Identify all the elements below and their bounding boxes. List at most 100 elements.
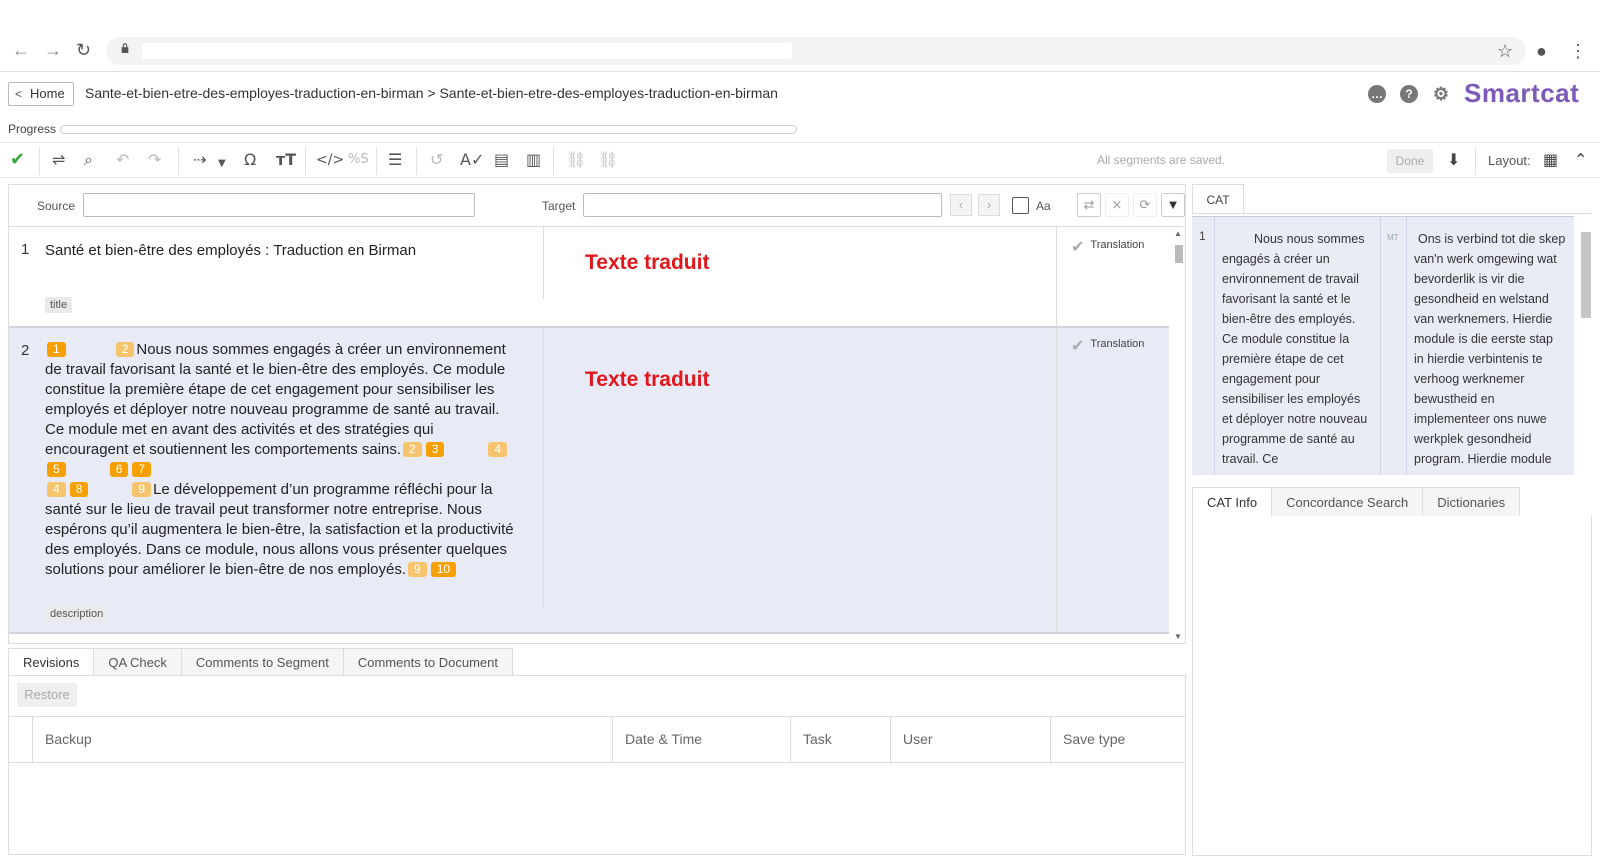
smartcat-logo: Smartcat [1464,78,1580,108]
special-char-icon[interactable]: Ω [244,151,256,169]
tag-placeholder[interactable]: 9 [408,562,427,577]
prev-match-button[interactable]: ‹ [950,194,972,216]
segment-row[interactable]: 1 Santé et bien-être des employés : Trad… [9,227,1169,328]
column-header[interactable]: Date & Time [612,717,790,762]
reload-icon[interactable]: ↻ [76,40,91,60]
editor-toolbar: ✔ ⇌ ⌕ ↶ ↷ ⇢ ▼ Ω ᴛT </> %S ☰ ↺ A✓ ▤ ▥ ⛓ ⛓… [0,142,1600,178]
target-filter-input[interactable] [583,193,942,217]
cat-scrollbar[interactable] [1578,220,1592,475]
tag-placeholder[interactable]: 3 [425,442,445,457]
match-case-checkbox[interactable] [1012,197,1029,214]
segments-scrollbar[interactable]: ▲ ▼ [1172,227,1185,643]
revert-icon[interactable]: ↺ [430,151,443,169]
scroll-down-icon[interactable]: ▼ [1174,632,1182,641]
segment-target[interactable]: Texte traduit [585,251,709,275]
save-status: All segments are saved. [1097,153,1226,167]
status-label: Translation [1090,338,1145,350]
account-icon[interactable]: ● [1536,42,1547,60]
clear-filter-icon[interactable]: ⨯ [1105,193,1129,217]
refresh-icon[interactable]: ⟳ [1133,193,1157,217]
column-divider [1406,217,1407,475]
address-bar[interactable] [106,37,1526,65]
tag-placeholder[interactable]: 9 [132,482,152,497]
restore-button[interactable]: Restore [17,683,77,707]
segment-tag: description [45,606,109,622]
browser-menu-icon[interactable]: ⋮ [1569,42,1587,60]
tab-qa-check[interactable]: QA Check [94,648,182,676]
scroll-up-icon[interactable]: ▲ [1174,229,1182,238]
tab-revisions[interactable]: Revisions [8,648,95,676]
link-icon[interactable]: ⛓ [566,151,586,169]
segment-target[interactable]: Texte traduit [585,368,709,392]
column-header[interactable]: Task [790,717,890,762]
segment-source: 1 2 Nous nous sommes engagés à créer un en… [45,340,515,580]
tag-placeholder[interactable]: 1 [47,342,66,357]
check-icon: ✔ [1071,338,1085,355]
tag-placeholder[interactable]: 2 [115,342,135,357]
tag-placeholder[interactable]: 4 [488,442,508,457]
tag-placeholder[interactable]: 10 [430,562,457,577]
tab-comments-segment[interactable]: Comments to Segment [181,648,344,676]
progress-label: Progress [8,122,57,136]
cat-match-row[interactable]: 1 Nous nous sommes engagés à créer un en… [1192,216,1574,475]
layout-label: Layout: [1488,153,1531,168]
source-filter-input[interactable] [83,193,475,217]
concordance-icon[interactable]: ▤ [494,151,509,169]
undo-icon[interactable]: ↶ [116,151,129,169]
tab-concordance-search[interactable]: Concordance Search [1272,487,1424,517]
wrap-icon[interactable]: ⇌ [52,151,65,169]
spellcheck-icon[interactable]: A✓ [460,151,484,169]
dropdown-arrow-icon[interactable]: ▼ [218,155,226,173]
help-icon[interactable]: ? [1400,85,1418,103]
breadcrumb[interactable]: Sante-et-bien-etre-des-employes-traducti… [85,85,778,101]
match-case-label: Aa [1036,199,1051,213]
unlink-icon[interactable]: ⛓ [598,151,618,169]
tag-placeholder[interactable]: 8 [69,482,89,497]
copy-source-icon[interactable]: ⇢ [193,151,206,169]
tag-placeholder[interactable]: 6 [109,462,129,477]
tag-placeholder[interactable]: 5 [47,462,66,477]
bookmark-star-icon[interactable]: ☆ [1497,42,1513,60]
tab-comments-document[interactable]: Comments to Document [343,648,514,676]
column-header[interactable]: Save type [1050,717,1185,762]
glossary-book-icon[interactable]: ▥ [526,151,541,169]
replace-icon[interactable]: ⇄ [1077,193,1101,217]
done-button[interactable]: Done [1387,149,1433,173]
collapse-up-icon[interactable]: ⌃ [1574,151,1587,169]
tab-cat[interactable]: CAT [1192,184,1244,214]
segment-row[interactable]: 2 1 2 Nous nous sommes engagés à créer un … [9,328,1169,634]
url-field[interactable] [142,43,792,59]
tag-placeholder[interactable]: 7 [132,462,152,477]
chat-icon[interactable]: … [1368,85,1386,103]
forward-icon[interactable]: → [44,40,62,60]
column-header[interactable]: User [890,717,1050,762]
bottom-tabs: Revisions QA Check Comments to Segment C… [8,648,514,676]
layout-grid-icon[interactable]: ▦ [1543,151,1558,169]
home-label: Home [30,86,65,101]
download-icon[interactable]: ⬇ [1447,151,1460,169]
tags-icon[interactable]: </> [316,151,344,169]
home-button[interactable]: < Home [8,82,74,106]
back-icon[interactable]: ← [12,40,30,60]
merge-icon[interactable]: ☰ [388,151,402,169]
toolbar-divider [305,147,306,175]
confirm-check-icon[interactable]: ✔ [10,151,25,169]
browser-toolbar: ← → ↻ ☆ ● ⋮ [0,0,1600,72]
next-match-button[interactable]: › [978,194,1000,216]
find-replace-icon[interactable]: ⌕ [84,151,93,169]
scroll-thumb[interactable] [1581,232,1591,318]
tab-cat-info[interactable]: CAT Info [1192,487,1273,517]
tab-dictionaries[interactable]: Dictionaries [1423,487,1521,517]
tag-placeholder[interactable]: 4 [47,482,66,497]
match-type-badge: MT [1387,233,1399,242]
tag-placeholder[interactable]: 2 [403,442,422,457]
scroll-thumb[interactable] [1175,245,1183,263]
redo-icon[interactable]: ↷ [148,151,161,169]
placeholder-icon[interactable]: %S [348,151,369,169]
toolbar-divider [376,147,377,175]
settings-gear-icon[interactable]: ⚙ [1432,85,1450,103]
info-tabs: CAT Info Concordance Search Dictionaries [1192,487,1521,517]
column-header[interactable]: Backup [32,717,612,762]
filter-funnel-icon[interactable]: ▼ [1161,193,1185,217]
text-case-icon[interactable]: ᴛT [276,151,296,169]
